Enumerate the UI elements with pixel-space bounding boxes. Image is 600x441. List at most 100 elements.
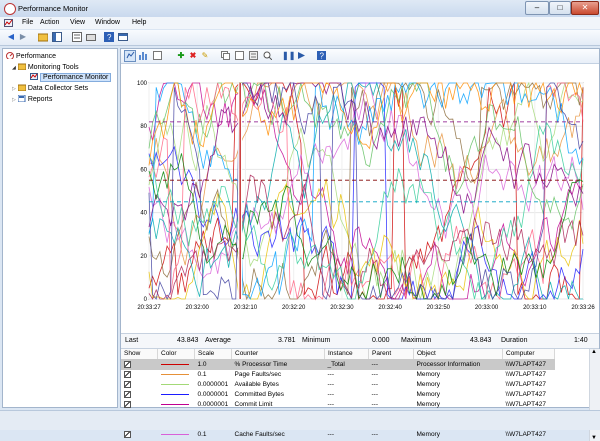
header-scale[interactable]: Scale [194,349,232,360]
expand-arrow-icon[interactable]: ◢ [12,65,16,71]
stat-duration-label: Duration [501,337,528,344]
menu-bar: File Action View Window Help [0,17,600,29]
counter-row[interactable]: 0.0000001 Commit Limit --- --- Memory \\W7LAP… [121,400,555,410]
zoom-icon[interactable] [262,51,272,61]
menu-file[interactable]: File [22,19,33,26]
checkbox-checked-icon[interactable] [124,381,131,388]
properties-icon[interactable] [248,51,258,61]
checkbox-checked-icon[interactable] [124,391,131,398]
header-counter[interactable]: Counter [231,349,325,360]
header-parent[interactable]: Parent [368,349,414,360]
counter-row[interactable]: 1.0% Processor Time _Total --- Processor In… [121,359,555,370]
copy-properties-icon[interactable] [220,51,230,61]
highlight-icon[interactable]: ✎ [200,51,210,61]
statistics-bar: Last 43.843 Average 3.781 Minimum 0.000 … [121,333,599,349]
delete-counter-icon[interactable]: ✖ [188,51,198,61]
properties-icon[interactable] [86,32,96,42]
show-checkbox[interactable] [121,400,158,410]
report-icon [17,95,26,102]
scroll-up-arrow-icon[interactable]: ▲ [591,349,597,355]
color-swatch [158,430,195,440]
counter-object: Memory [416,391,440,398]
scroll-down-arrow-icon[interactable]: ▼ [591,435,597,441]
counter-instance: --- [327,381,335,388]
back-arrow-icon[interactable]: ◀ [6,32,16,42]
stat-minimum-value: 0.000 [372,337,390,344]
mmc-icon[interactable] [118,32,128,42]
tree-item-performance-monitor[interactable]: Performance Monitor [30,73,112,82]
menu-app-icon[interactable] [4,19,13,29]
header-object[interactable]: Object [413,349,503,360]
update-data-icon[interactable] [296,51,306,61]
view-source-icon[interactable] [152,51,162,61]
show-hide-tree-icon[interactable] [52,32,62,42]
counter-row[interactable]: 0.0000001 Committed Bytes --- --- Memory \\W7… [121,390,555,400]
menu-window[interactable]: Window [95,19,120,26]
header-show[interactable]: Show [121,349,158,360]
checkbox-checked-icon[interactable] [124,401,131,408]
main-toolbar: ◀ ▶ ? [0,30,600,46]
header-color[interactable]: Color [157,349,195,360]
checkbox-checked-icon[interactable] [124,361,131,368]
change-graph-type-icon[interactable] [138,51,148,61]
x-tick-label: 20:32:20 [282,305,306,311]
counter-name: % Processor Time [231,359,325,370]
counter-name: Available Bytes [234,381,279,388]
paste-counter-list-icon[interactable] [234,51,244,61]
x-tick-label: 20:33:00 [475,305,499,311]
counter-row[interactable]: 0.1 Page Faults/sec --- --- Memory \\W7LAPT42… [121,370,555,380]
counter-object: Memory [416,381,440,388]
counter-instance: _Total [324,359,369,370]
maximize-button[interactable]: □ [549,1,571,15]
stat-last-value: 43.843 [177,337,199,344]
tree-item-performance[interactable]: Performance [6,52,56,60]
export-list-icon[interactable] [72,32,82,42]
checkbox-checked-icon[interactable] [124,371,131,378]
collapse-arrow-icon[interactable]: ▷ [12,97,16,103]
chart-icon [30,73,38,80]
tree-item-monitoring-tools[interactable]: ◢ Monitoring Tools [12,63,79,71]
y-tick-label: 0 [144,297,148,303]
tree-item-reports[interactable]: ▷ Reports [12,95,52,103]
show-checkbox[interactable] [121,370,158,380]
close-button[interactable]: ✕ [571,1,599,15]
header-computer[interactable]: Computer [502,349,555,360]
counter-row[interactable]: 0.1 Cache Faults/sec --- --- Memory \\W7LAPT4… [121,430,555,440]
help-icon[interactable]: ? [104,32,114,42]
forward-arrow-icon[interactable]: ▶ [18,32,28,42]
menu-view[interactable]: View [70,19,85,26]
view-graph-icon[interactable] [124,50,136,62]
show-checkbox[interactable] [121,380,158,390]
counter-instance: --- [327,431,335,438]
counter-name: Commit Limit [234,401,273,408]
collapse-arrow-icon[interactable]: ▷ [12,86,16,92]
counter-row[interactable]: 0.0000001 Available Bytes --- --- Memory \\W7… [121,380,555,390]
counter-parent: --- [371,391,379,398]
performance-graph[interactable]: 100 80 60 40 20 0 20:33:27 20:32:00 20:32:10 20:3… [127,67,597,323]
counter-object: Memory [416,431,440,438]
svg-text:?: ? [319,52,324,61]
y-tick-label: 80 [140,124,147,130]
checkbox-checked-icon[interactable] [124,431,131,438]
x-tick-label: 20:32:30 [330,305,354,311]
menu-action[interactable]: Action [40,19,59,26]
add-counter-icon[interactable]: ✚ [176,51,186,61]
tree-item-data-collector-sets[interactable]: ▷ Data Collector Sets [12,84,88,92]
stat-maximum-value: 43.843 [470,337,492,344]
freeze-display-icon[interactable]: ❚❚ [282,51,295,61]
show-checkbox[interactable] [121,359,158,370]
counter-computer: \\W7LAPT427 [502,359,555,370]
up-folder-icon[interactable] [37,32,49,42]
svg-text:?: ? [107,33,112,42]
header-instance[interactable]: Instance [324,349,369,360]
tree-label-reports: Reports [27,96,53,103]
counter-scale: 0.0000001 [197,391,229,398]
show-checkbox[interactable] [121,390,158,400]
counter-parent: --- [371,431,379,438]
minimize-button[interactable]: – [525,1,549,15]
show-checkbox[interactable] [121,430,158,440]
menu-help[interactable]: Help [132,19,146,26]
help-icon[interactable]: ? [316,51,326,61]
window-title: Performance Monitor [18,4,89,13]
tree-label-performance: Performance [16,53,57,60]
